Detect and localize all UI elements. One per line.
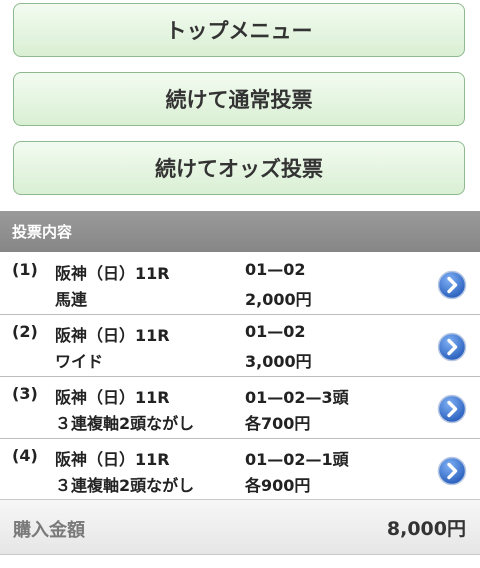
chevron-right-circle-icon[interactable] xyxy=(437,456,467,486)
bet-number: (3) xyxy=(12,384,38,403)
bet-type: ３連複軸2頭ながし xyxy=(55,476,195,495)
bet-number: (4) xyxy=(12,446,38,465)
chevron-right-circle-icon[interactable] xyxy=(437,270,467,300)
bet-row-2[interactable]: (2) 阪神（日）11R ワイド 01—02 3,000円 xyxy=(0,315,480,377)
bet-race: 阪神（日）11R xyxy=(55,264,170,283)
bet-row-3[interactable]: (3) 阪神（日）11R ３連複軸2頭ながし 01—02—3頭 各700円 xyxy=(0,377,480,439)
purchase-total-bar: 購入金額 8,000円 xyxy=(0,499,480,555)
section-header: 投票内容 xyxy=(0,211,480,252)
bet-type: ３連複軸2頭ながし xyxy=(55,414,195,433)
bet-row-4[interactable]: (4) 阪神（日）11R ３連複軸2頭ながし 01—02—1頭 各900円 xyxy=(0,439,480,501)
bet-combination: 01—02 xyxy=(245,322,306,341)
bet-row-1[interactable]: (1) 阪神（日）11R 馬連 01—02 2,000円 xyxy=(0,253,480,315)
continue-normal-vote-button[interactable]: 続けて通常投票 xyxy=(13,72,465,126)
purchase-total-label: 購入金額 xyxy=(13,520,85,541)
bet-combination: 01—02 xyxy=(245,260,306,279)
purchase-total-value: 8,000円 xyxy=(386,518,466,540)
bet-race: 阪神（日）11R xyxy=(55,326,170,345)
bet-amount: 各900円 xyxy=(245,476,311,495)
bet-amount: 各700円 xyxy=(245,414,311,433)
bet-number: (2) xyxy=(12,322,38,341)
bet-race: 阪神（日）11R xyxy=(55,388,170,407)
continue-odds-vote-button[interactable]: 続けてオッズ投票 xyxy=(13,141,465,195)
bet-combination: 01—02—3頭 xyxy=(245,388,349,407)
chevron-right-circle-icon[interactable] xyxy=(437,394,467,424)
section-title: 投票内容 xyxy=(12,223,73,241)
top-menu-button[interactable]: トップメニュー xyxy=(13,3,465,57)
bet-amount: 2,000円 xyxy=(245,290,312,309)
bet-number: (1) xyxy=(12,260,38,279)
bet-race: 阪神（日）11R xyxy=(55,450,170,469)
chevron-right-circle-icon[interactable] xyxy=(437,332,467,362)
bet-type: ワイド xyxy=(55,352,104,371)
bet-amount: 3,000円 xyxy=(245,352,312,371)
bet-combination: 01—02—1頭 xyxy=(245,450,349,469)
bet-type: 馬連 xyxy=(55,290,88,309)
